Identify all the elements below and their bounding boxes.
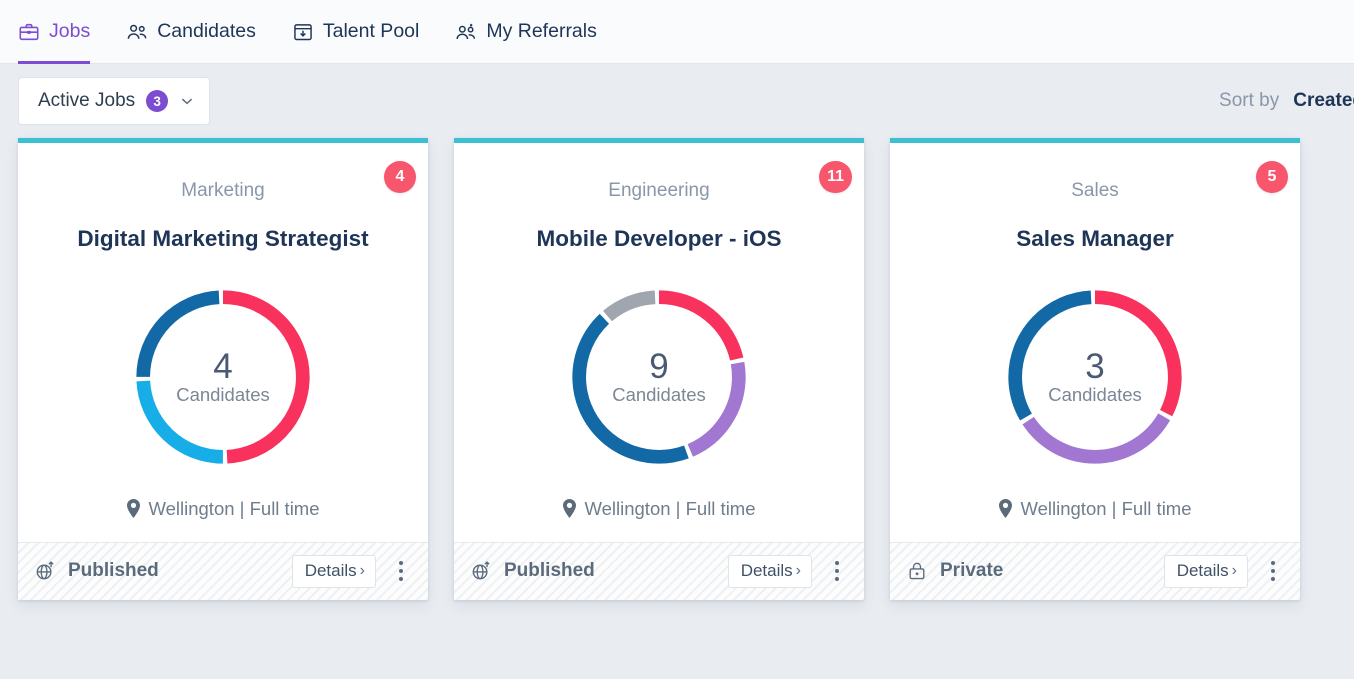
details-button[interactable]: Details › — [1163, 554, 1248, 588]
tab-talent-pool-label: Talent Pool — [322, 20, 420, 42]
kebab-menu-icon[interactable] — [388, 554, 414, 588]
briefcase-icon — [18, 21, 40, 43]
tab-my-referrals-label: My Referrals — [486, 20, 597, 42]
job-department: Marketing — [181, 180, 265, 201]
donut-center-label: 3 Candidates — [1000, 282, 1190, 472]
details-button-label: Details — [740, 561, 793, 581]
chevron-right-icon: › — [1231, 562, 1237, 580]
tab-my-referrals[interactable]: My Referrals — [455, 0, 597, 64]
candidates-count: 9 — [649, 347, 669, 387]
globe-publish-icon — [34, 560, 56, 582]
job-status-text: Published — [68, 560, 159, 582]
job-location-meta: Wellington | Full time — [998, 497, 1192, 520]
lock-icon — [906, 560, 928, 582]
candidates-donut-chart: 4 Candidates — [128, 282, 318, 472]
job-card[interactable]: 5 Sales Sales Manager 3 Candidates Welli… — [890, 138, 1300, 600]
chevron-down-icon — [179, 93, 195, 109]
map-pin-icon — [562, 499, 577, 519]
job-department: Sales — [1071, 180, 1119, 201]
people-star-icon — [455, 21, 477, 43]
job-cards-grid: 4 Marketing Digital Marketing Strategist… — [0, 138, 1354, 600]
candidates-count: 3 — [1085, 347, 1105, 387]
globe-publish-icon — [470, 560, 492, 582]
details-button[interactable]: Details › — [727, 554, 812, 588]
job-card[interactable]: 11 Engineering Mobile Developer - iOS 9 … — [454, 138, 864, 600]
inbox-down-icon — [292, 21, 314, 43]
chevron-right-icon: › — [795, 562, 801, 580]
donut-center-label: 9 Candidates — [564, 282, 754, 472]
job-location: Wellington | Full time — [148, 497, 320, 519]
active-jobs-count-badge: 3 — [146, 90, 169, 112]
tab-jobs[interactable]: Jobs — [18, 0, 91, 64]
candidates-label: Candidates — [612, 384, 706, 406]
tab-candidates-label: Candidates — [157, 20, 256, 42]
sort-by-label: Sort by — [1219, 90, 1280, 111]
details-button-label: Details — [1176, 561, 1229, 581]
sort-value-created[interactable]: Created — [1293, 90, 1354, 112]
people-icon — [126, 21, 148, 43]
map-pin-icon — [126, 499, 141, 519]
job-location-meta: Wellington | Full time — [562, 497, 756, 520]
map-pin-icon — [998, 499, 1013, 519]
job-title[interactable]: Mobile Developer - iOS — [536, 226, 781, 252]
status-badge[interactable]: 5 — [1256, 161, 1288, 193]
status-badge[interactable]: 4 — [384, 161, 416, 193]
job-card-footer: Published Details › — [18, 541, 428, 600]
job-department: Engineering — [608, 180, 710, 201]
job-visibility-status: Published — [470, 560, 716, 582]
donut-center-label: 4 Candidates — [128, 282, 318, 472]
job-visibility-status: Published — [34, 560, 280, 582]
job-card-body: Engineering Mobile Developer - iOS 9 Can… — [454, 143, 864, 542]
tab-jobs-label: Jobs — [49, 20, 91, 42]
top-navigation: Jobs Candidates Talent Pool My Referrals — [0, 0, 1354, 64]
candidates-donut-chart: 9 Candidates — [564, 282, 754, 472]
job-title[interactable]: Sales Manager — [1016, 226, 1174, 252]
status-badge[interactable]: 11 — [819, 161, 852, 193]
sort-controls: Sort by Created — [1219, 64, 1354, 138]
job-location: Wellington | Full time — [1020, 497, 1192, 519]
job-title[interactable]: Digital Marketing Strategist — [77, 226, 368, 252]
active-jobs-filter-label: Active Jobs — [38, 90, 136, 111]
kebab-menu-icon[interactable] — [1260, 554, 1286, 588]
job-card[interactable]: 4 Marketing Digital Marketing Strategist… — [18, 138, 428, 600]
active-jobs-filter-dropdown[interactable]: Active Jobs 3 — [18, 77, 211, 125]
details-button[interactable]: Details › — [291, 554, 376, 588]
candidates-count: 4 — [213, 347, 233, 387]
tab-candidates[interactable]: Candidates — [126, 0, 256, 64]
job-card-body: Sales Sales Manager 3 Candidates Welling… — [890, 143, 1300, 542]
details-button-label: Details — [304, 561, 357, 581]
job-card-body: Marketing Digital Marketing Strategist 4… — [18, 143, 428, 542]
job-card-footer: Published Details › — [454, 541, 864, 600]
job-visibility-status: Private — [906, 560, 1152, 582]
candidates-label: Candidates — [1048, 384, 1142, 406]
candidates-donut-chart: 3 Candidates — [1000, 282, 1190, 472]
jobs-toolbar: Active Jobs 3 Sort by Created — [0, 64, 1354, 138]
job-location: Wellington | Full time — [584, 497, 756, 519]
chevron-right-icon: › — [359, 562, 365, 580]
tab-talent-pool[interactable]: Talent Pool — [292, 0, 419, 64]
job-location-meta: Wellington | Full time — [126, 497, 320, 520]
job-card-footer: Private Details › — [890, 541, 1300, 600]
job-status-text: Published — [504, 560, 595, 582]
candidates-label: Candidates — [176, 384, 270, 406]
job-status-text: Private — [940, 560, 1004, 582]
kebab-menu-icon[interactable] — [824, 554, 850, 588]
